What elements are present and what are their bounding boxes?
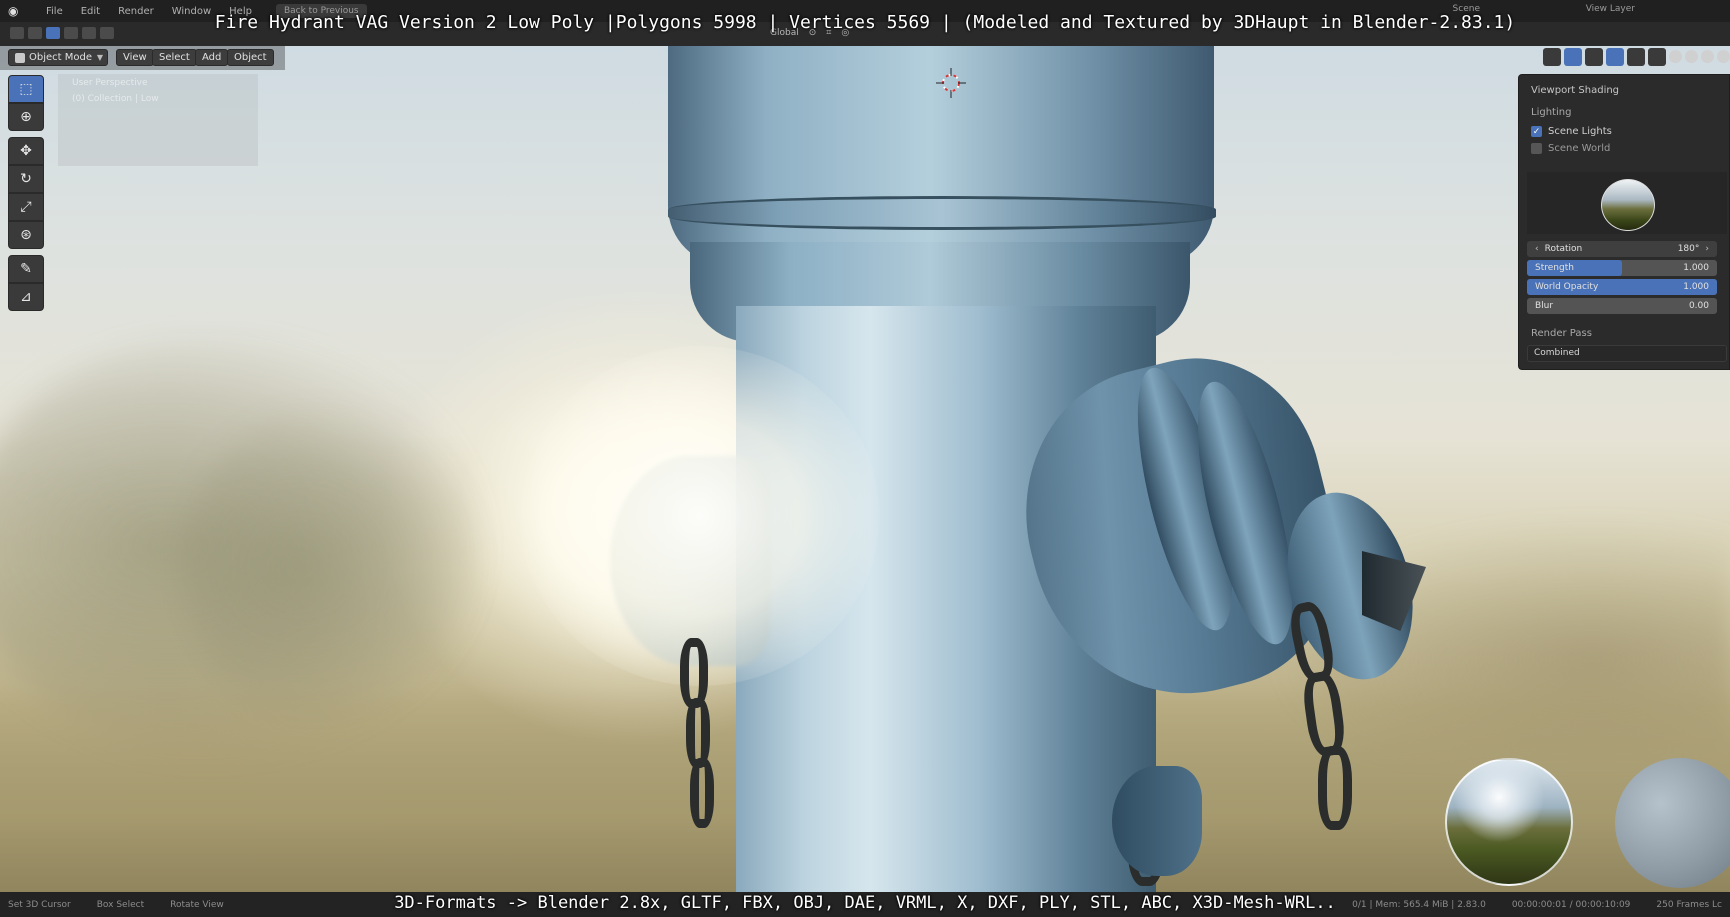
chain-link xyxy=(1318,746,1352,830)
panel-title: Viewport Shading xyxy=(1531,85,1620,96)
3d-viewport[interactable]: User Perspective (0) Collection | Low xyxy=(0,46,1730,892)
move-tool-icon[interactable]: ✥ xyxy=(8,137,44,165)
hdri-preview-sphere xyxy=(1445,758,1573,886)
overlay-formats: 3D-Formats -> Blender 2.8x, GLTF, FBX, O… xyxy=(394,893,1336,913)
chevron-down-icon: ▼ xyxy=(96,53,103,62)
visibility-icon[interactable] xyxy=(1543,48,1561,66)
strength-label: Strength xyxy=(1535,263,1574,273)
hydrant-ring xyxy=(668,196,1216,230)
overlays-icon[interactable] xyxy=(1606,48,1624,66)
blur-value: 0.00 xyxy=(1688,301,1709,311)
sun-glare xyxy=(520,346,880,686)
transform-tool-icon[interactable]: ⊛ xyxy=(8,221,44,249)
viewport-shading-panel: Viewport Shading Lighting ✓ Scene Lights… xyxy=(1518,74,1730,370)
scene-lights-checkbox[interactable]: ✓ Scene Lights xyxy=(1531,126,1612,137)
world-opacity-value: 1.000 xyxy=(1683,282,1709,292)
render-pass-label: Render Pass xyxy=(1531,328,1592,339)
add-menu-button[interactable]: Add xyxy=(195,49,229,66)
blur-slider[interactable]: Blur 0.00 xyxy=(1527,298,1717,314)
gizmo-dropdown-icon[interactable] xyxy=(1585,48,1603,66)
hdri-thumbnail xyxy=(1601,179,1655,231)
select-menu-button[interactable]: Select xyxy=(152,49,197,66)
chain-link xyxy=(690,758,714,828)
wireframe-shading-icon[interactable] xyxy=(1669,50,1682,63)
annotate-tool-icon[interactable]: ✎ xyxy=(8,255,44,283)
xray-icon[interactable] xyxy=(1648,48,1666,66)
object-mode-icon xyxy=(15,52,25,63)
viewport-perspective-label: User Perspective xyxy=(72,78,148,88)
world-opacity-slider[interactable]: World Opacity 1.000 xyxy=(1527,279,1717,295)
rendered-shading-icon[interactable] xyxy=(1717,50,1730,63)
overlay-title: Fire Hydrant VAG Version 2 Low Poly |Pol… xyxy=(214,12,1516,33)
3d-cursor-icon[interactable] xyxy=(936,68,966,98)
scale-tool-icon[interactable]: ⤢ xyxy=(8,193,44,221)
gizmo-icon[interactable] xyxy=(1564,48,1582,66)
lighting-section-label: Lighting xyxy=(1531,107,1572,118)
rotate-tool-icon[interactable]: ↻ xyxy=(8,165,44,193)
viewport-display-controls xyxy=(1543,48,1730,66)
material-preview-icon[interactable] xyxy=(1701,50,1714,63)
increment-arrow-icon[interactable]: › xyxy=(1705,244,1709,254)
strength-slider[interactable]: Strength 1.000 xyxy=(1527,260,1717,276)
checkbox-checked-icon: ✓ xyxy=(1531,126,1542,137)
checkbox-unchecked-icon xyxy=(1531,143,1542,154)
blur-label: Blur xyxy=(1535,301,1554,311)
scene-world-checkbox[interactable]: Scene World xyxy=(1531,143,1610,154)
measure-tool-icon[interactable]: ⊿ xyxy=(8,283,44,311)
mode-dropdown[interactable]: Object Mode ▼ xyxy=(8,49,108,66)
cursor-tool-icon[interactable]: ⊕ xyxy=(8,103,44,131)
hydrant-flange xyxy=(1112,766,1202,876)
world-opacity-label: World Opacity xyxy=(1535,282,1599,292)
overlays-dropdown-icon[interactable] xyxy=(1627,48,1645,66)
select-box-tool-icon[interactable]: ⬚ xyxy=(8,75,44,103)
scene-world-label: Scene World xyxy=(1548,143,1611,154)
background-trees xyxy=(180,406,480,726)
strength-value: 1.000 xyxy=(1683,263,1709,273)
rotation-label: Rotation xyxy=(1544,244,1583,254)
view-menu-button[interactable]: View xyxy=(116,49,154,66)
decrement-arrow-icon[interactable]: ‹ xyxy=(1535,244,1539,254)
viewport-collection-label: (0) Collection | Low xyxy=(72,94,159,104)
toolbar-column: ⬚ ⊕ ✥ ↻ ⤢ ⊛ ✎ ⊿ xyxy=(8,75,46,311)
hdri-selector[interactable] xyxy=(1527,172,1727,234)
mode-label: Object Mode xyxy=(29,52,92,63)
scene-lights-label: Scene Lights xyxy=(1548,126,1612,137)
rotation-value: 180° xyxy=(1677,244,1700,254)
render-pass-dropdown[interactable]: Combined xyxy=(1527,345,1727,362)
solid-shading-icon[interactable] xyxy=(1685,50,1698,63)
object-menu-button[interactable]: Object xyxy=(227,49,274,66)
rotation-field[interactable]: ‹ Rotation 180° › xyxy=(1527,241,1717,257)
